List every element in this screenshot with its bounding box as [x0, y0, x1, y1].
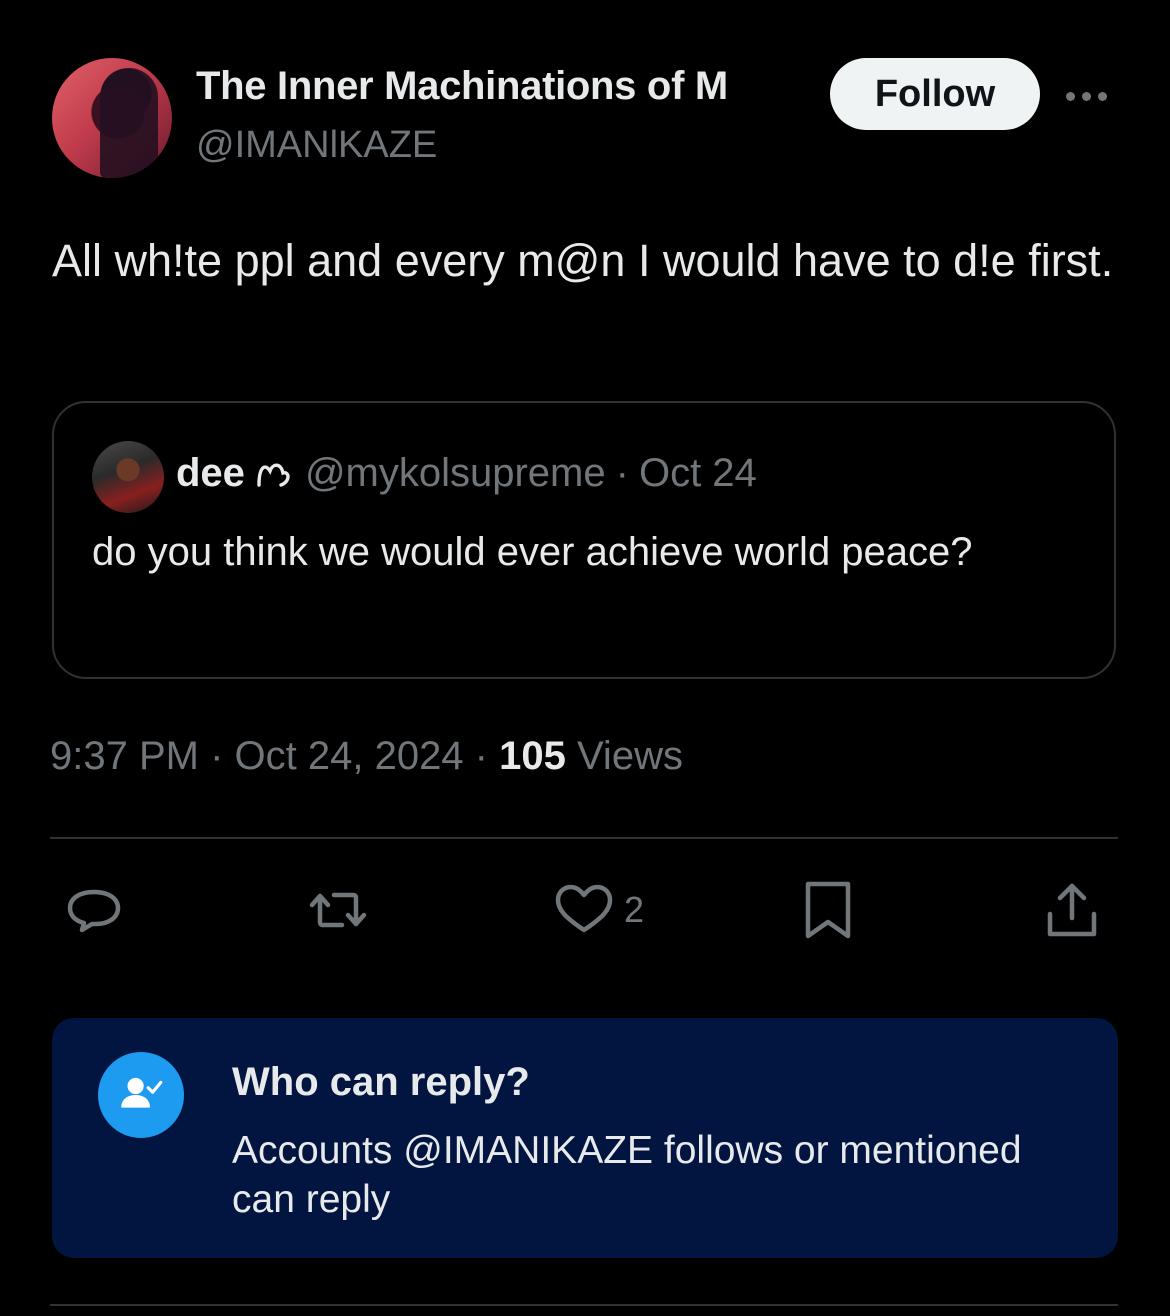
bookmark-button[interactable]	[796, 878, 860, 942]
share-button[interactable]	[1040, 878, 1104, 942]
follow-button[interactable]: Follow	[830, 58, 1040, 130]
repost-button[interactable]	[306, 878, 370, 942]
quoted-author-avatar[interactable]	[92, 441, 164, 513]
like-button[interactable]: 2	[552, 878, 644, 942]
tweet-meta: 9:37 PM · Oct 24, 2024 · 105 Views	[50, 734, 683, 779]
reply-icon	[67, 889, 121, 933]
quoted-separator: ·	[615, 451, 629, 495]
views-label: Views	[565, 734, 683, 778]
share-icon	[1047, 883, 1097, 937]
user-check-icon	[98, 1052, 184, 1138]
like-count: 2	[624, 889, 645, 930]
author-handle[interactable]: @IMANlKAZE	[196, 124, 437, 167]
divider	[50, 837, 1118, 839]
quoted-author-name[interactable]: dee	[176, 451, 245, 496]
quoted-author-handle[interactable]: @mykolsupreme	[305, 451, 606, 496]
author-avatar[interactable]	[52, 58, 172, 178]
tweet-timestamp[interactable]: 9:37 PM · Oct 24, 2024 ·	[50, 734, 499, 778]
m-symbol-icon	[257, 463, 290, 487]
quoted-date[interactable]: Oct 24	[639, 451, 757, 496]
views-count: 105	[499, 734, 566, 778]
tweet-text: All wh!te ppl and every m@n I would have…	[52, 235, 1114, 286]
quoted-tweet-text: do you think we would ever achieve world…	[92, 530, 973, 574]
reply-button[interactable]	[62, 878, 126, 942]
quoted-tweet-header: dee @mykolsupreme · Oct 24	[176, 451, 757, 496]
heart-icon	[555, 884, 613, 933]
more-options-icon[interactable]	[1066, 86, 1114, 106]
who-can-reply-description: Accounts @IMANIKAZE follows or mentioned…	[232, 1129, 1022, 1221]
quoted-tweet[interactable]: dee @mykolsupreme · Oct 24 do you think …	[52, 401, 1116, 679]
repost-icon	[309, 892, 367, 928]
bookmark-icon	[805, 881, 851, 939]
who-can-reply-title: Who can reply?	[232, 1060, 530, 1104]
bottom-divider	[50, 1304, 1118, 1306]
author-display-name[interactable]: The Inner Machinations of M	[196, 64, 728, 109]
who-can-reply-banner: Who can reply? Accounts @IMANIKAZE follo…	[52, 1018, 1118, 1258]
